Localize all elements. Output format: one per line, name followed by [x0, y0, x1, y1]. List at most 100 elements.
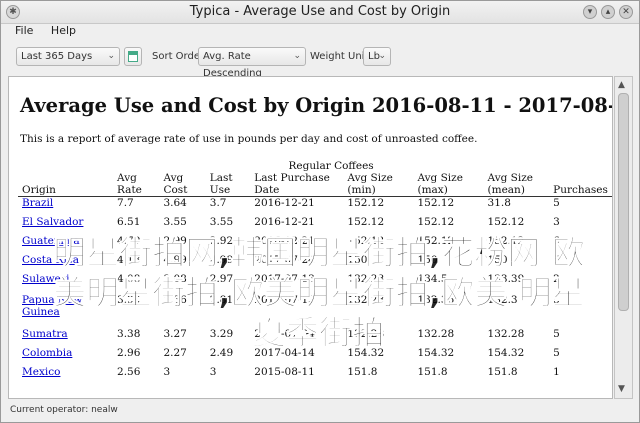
- table-cell: 152.12: [487, 234, 525, 247]
- table-cell: 3.27: [163, 327, 187, 340]
- report-table: Regular Coffees Origin Avg Rate Avg Cost…: [18, 160, 612, 385]
- calendar-icon: [128, 51, 138, 62]
- table-cell: 150: [347, 253, 368, 266]
- table-cell: 2.49: [209, 346, 234, 359]
- table-cell: 152.12: [347, 234, 385, 247]
- table-header-spacer: [549, 160, 612, 172]
- column-header-size-max: Avg Size (max): [413, 172, 484, 197]
- table-row: Mexico 2.56 3 3 2015-08-11 151.8 151.8 151.8 1: [18, 366, 612, 385]
- table-cell: 4.99: [209, 253, 234, 266]
- table-cell: 150: [417, 253, 438, 266]
- column-header-last-use: Last Use: [205, 172, 251, 197]
- title-bar: ✱ Typica - Average Use and Cost by Origi…: [1, 1, 639, 24]
- table-cell: 2: [553, 272, 560, 285]
- column-header-purchases: Purchases: [549, 172, 612, 197]
- scroll-up-icon[interactable]: ▲: [618, 80, 625, 90]
- status-bar: Current operator: nealw: [1, 400, 639, 422]
- origin-link[interactable]: Sumatra: [18, 328, 113, 347]
- table-cell: 132.28: [347, 272, 385, 285]
- table-cell: 133.39: [487, 272, 525, 285]
- table-cell: 2.97: [209, 272, 234, 285]
- table-row: El Salvador 6.51 3.55 3.55 2016-12-21 152.12 1…: [18, 216, 612, 235]
- origin-link[interactable]: Sulawesi: [18, 273, 113, 294]
- table-cell: 2.27: [163, 346, 187, 359]
- table-cell: 3.55: [209, 215, 234, 228]
- table-row: Colombia 2.96 2.27 2.49 2017-04-14 154.32 154.…: [18, 347, 612, 366]
- table-cell: 3.08: [163, 272, 187, 285]
- table-cell: 2.99: [163, 234, 187, 247]
- chevron-down-icon: ⌄: [107, 51, 115, 61]
- table-cell: 3.99: [117, 293, 141, 306]
- date-range-select[interactable]: Last 365 Days ⌄: [16, 47, 120, 66]
- origin-link[interactable]: Colombia: [18, 347, 113, 366]
- close-icon[interactable]: ✕: [619, 5, 633, 19]
- table-cell: 2016-12-21: [254, 197, 315, 209]
- table-cell: 4.99: [163, 253, 187, 266]
- table-group-header: Regular Coffees: [288, 160, 374, 172]
- table-cell: 3.29: [209, 327, 234, 340]
- column-header-last-purchase: Last Purchase Date: [250, 172, 344, 197]
- scroll-down-icon[interactable]: ▼: [618, 384, 625, 394]
- table-cell: 152.12: [347, 215, 385, 228]
- menu-help[interactable]: Help: [51, 23, 76, 37]
- table-cell: 5: [553, 346, 560, 359]
- table-cell: 6.51: [117, 215, 141, 228]
- table-cell: 3.36: [163, 293, 187, 306]
- table-cell: 3.64: [163, 197, 187, 209]
- menu-file[interactable]: File: [15, 23, 33, 37]
- table-cell: 5: [553, 293, 560, 306]
- report-title: Average Use and Cost by Origin 2016-08-1…: [20, 94, 613, 117]
- table-row: Sulawesi 4.08 3.08 2.97 2017-07-13 132.28 134.…: [18, 273, 612, 294]
- table-cell: 4.79: [117, 234, 141, 247]
- table-cell: 3: [553, 215, 560, 228]
- origin-link[interactable]: Brazil: [18, 197, 113, 216]
- table-row: Brazil 7.7 3.64 3.7 2016-12-21 152.12 152.12 31…: [18, 197, 612, 216]
- table-cell: 2017-07-24: [254, 327, 315, 340]
- table-cell: 1: [553, 365, 560, 378]
- origin-link[interactable]: Costa Rica: [18, 254, 113, 273]
- table-cell: 5: [553, 197, 560, 209]
- origin-link[interactable]: El Salvador: [18, 216, 113, 235]
- window-title: Typica - Average Use and Cost by Origin: [189, 4, 451, 19]
- table-cell: 150: [487, 253, 508, 266]
- table-cell: 3.55: [163, 215, 187, 228]
- table-cell: 2017-04-14: [254, 346, 315, 359]
- table-cell: 2.92: [209, 234, 234, 247]
- table-cell: 2017-07-13: [254, 293, 315, 306]
- table-cell: 5: [553, 253, 560, 266]
- table-row: Papua New Guinea 3.99 3.36 2.81 2017-07-13 13…: [18, 294, 612, 328]
- table-cell: 3: [163, 365, 171, 378]
- table-cell: 152.12: [417, 197, 455, 209]
- table-cell: 154.32: [417, 346, 455, 359]
- vertical-scrollbar[interactable]: ▲ ▼: [614, 76, 633, 399]
- sort-order-value: Avg. Rate Descending: [203, 51, 262, 79]
- table-row: Sumatra 3.38 3.27 3.29 2017-07-24 132.28 132.2…: [18, 328, 612, 347]
- report-view[interactable]: Average Use and Cost by Origin 2016-08-1…: [8, 76, 613, 399]
- table-cell: 152.12: [347, 197, 385, 209]
- table-cell: 3: [209, 365, 217, 378]
- origin-link[interactable]: Mexico: [18, 366, 113, 385]
- origin-link[interactable]: Papua New Guinea: [18, 294, 113, 328]
- table-row: Guatemala 4.79 2.99 2.92 2016-12-21 152.12 152…: [18, 235, 612, 254]
- weight-unit-select[interactable]: Lb ⌄: [363, 47, 391, 66]
- table-cell: 152.12: [417, 215, 455, 228]
- table-cell: 151.8: [417, 365, 448, 378]
- table-cell: 134.5: [417, 272, 448, 285]
- table-cell: 151.8: [347, 365, 378, 378]
- app-window: ✱ Typica - Average Use and Cost by Origi…: [0, 0, 640, 423]
- minimize-icon[interactable]: ▾: [583, 5, 597, 19]
- scrollbar-thumb[interactable]: [618, 93, 629, 311]
- table-cell: 152.12: [487, 215, 525, 228]
- table-cell: 132.28: [347, 327, 385, 340]
- calendar-button[interactable]: [124, 47, 142, 66]
- sort-order-select[interactable]: Avg. Rate Descending ⌄: [198, 47, 306, 79]
- table-cell: 2.96: [117, 346, 141, 359]
- table-cell: 2016-12-21: [254, 215, 315, 228]
- maximize-icon[interactable]: ▴: [601, 5, 615, 19]
- column-header-avg-cost: Avg Cost: [159, 172, 206, 197]
- origin-link[interactable]: Guatemala: [18, 235, 113, 254]
- table-cell: 152.12: [417, 234, 455, 247]
- chevron-down-icon: ⌄: [293, 51, 301, 61]
- table-row: Costa Rica 4.13 4.99 4.99 2017-07-24 150 150 15…: [18, 254, 612, 273]
- table-cell: 2.56: [117, 365, 141, 378]
